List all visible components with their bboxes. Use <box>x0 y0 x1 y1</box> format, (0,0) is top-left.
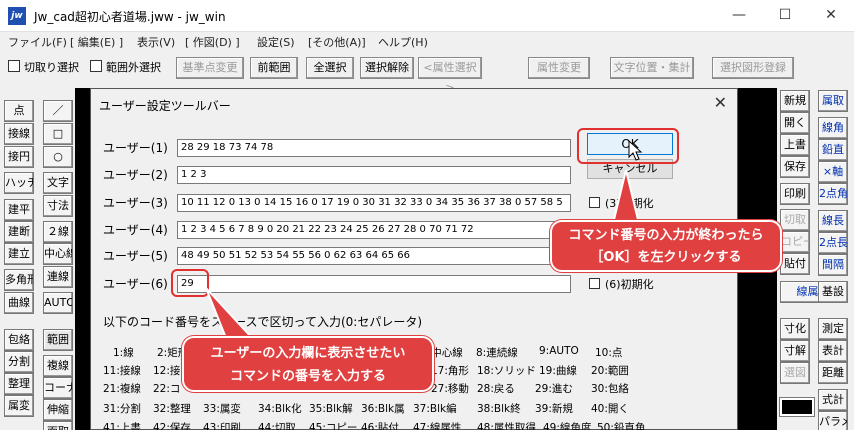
input-callout-line1: ユーザーの入力欄に表示させたい <box>210 346 406 361</box>
ok-callout-line1: コマンド番号の入力が終わったら <box>568 228 764 243</box>
ok-callout: コマンド番号の入力が終わったら ［OK］を左クリックする <box>550 220 782 272</box>
app-window: jw Jw_cad超初心者道場.jww - jw_win — ☐ ✕ ファイル(… <box>0 0 854 430</box>
input-callout: ユーザーの入力欄に表示させたい コマンドの番号を入力する <box>182 336 434 392</box>
ok-callout-line2: ［OK］を左クリックする <box>590 250 742 265</box>
input-callout-line2: コマンドの番号を入力する <box>229 369 386 384</box>
